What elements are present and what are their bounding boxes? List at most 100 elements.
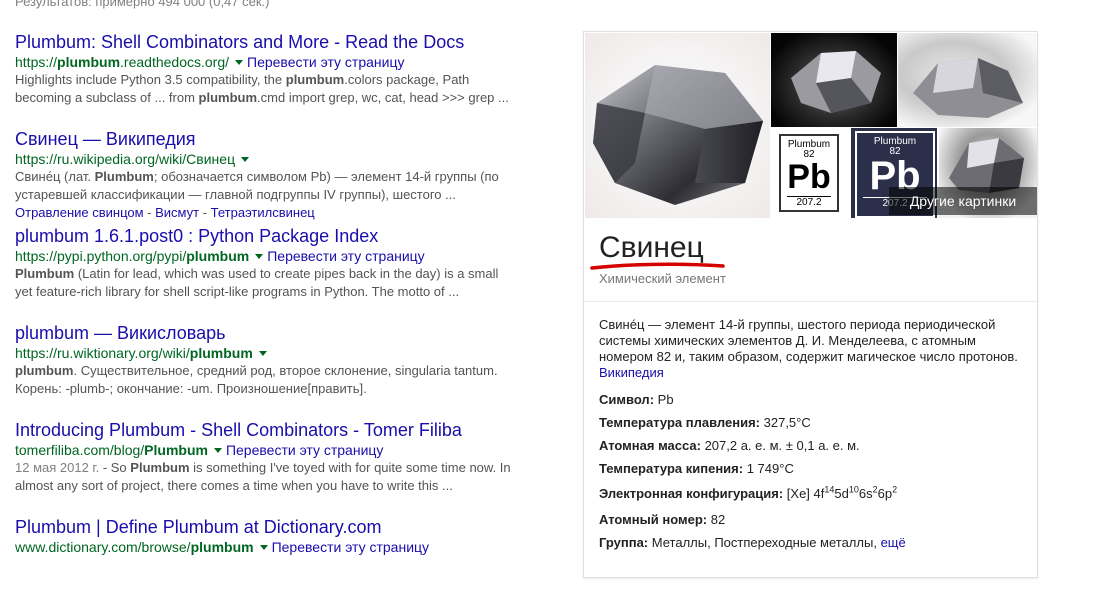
snippet-text: is something I've toyed with for quite s… (189, 460, 511, 475)
result-snippet: Свине́ц (лат. Plumbum; обозначается симв… (15, 168, 530, 204)
fact-group: Группа: Металлы, Постпереходные металлы,… (599, 535, 1029, 551)
search-result: Plumbum: Shell Combinators and More - Re… (15, 31, 530, 128)
sitelink-separator: - (143, 205, 156, 220)
fact-label: Атомная масса: (599, 438, 701, 453)
search-result: plumbum 1.6.1.post0 : Python Package Ind… (15, 225, 530, 322)
description-text: Свинéц — элемент 14-й группы, шестого пе… (599, 317, 1018, 364)
result-url: https://pypi.python.org/pypi/plumbum Пере… (15, 247, 530, 265)
panel-description: Свинéц — элемент 14-й группы, шестого пе… (599, 317, 1029, 381)
fact-value: 5d (834, 486, 849, 501)
result-url-text: tomerfiliba.com/blog/ (15, 442, 145, 458)
lead-ore-image[interactable] (585, 33, 770, 218)
translate-link[interactable]: Перевести эту страницу (247, 54, 404, 70)
snippet-text: ; обозначается символом Pb) — элемент 14… (153, 169, 499, 184)
sitelink-separator: - (199, 205, 211, 220)
pb-tile-white-image[interactable]: Plumbum 82 Pb 207.2 (771, 128, 845, 218)
caret-down-icon[interactable] (258, 350, 267, 356)
fact-value: 82 (710, 512, 726, 527)
fact-label: Атомный номер: (599, 512, 708, 527)
search-results: Plumbum: Shell Combinators and More - Re… (15, 31, 530, 613)
fact-value: 327,5°C (763, 415, 811, 430)
search-result: Introducing Plumbum - Shell Combinators … (15, 419, 530, 516)
fact-label: Символ: (599, 392, 655, 407)
result-title-link[interactable]: plumbum 1.6.1.post0 : Python Package Ind… (15, 225, 530, 247)
result-url: tomerfiliba.com/blog/Plumbum Перевести эт… (15, 441, 530, 459)
result-url-bold: Plumbum (144, 442, 208, 458)
fact-value: [Xe] 4f (786, 486, 825, 501)
snippet-text: becoming a subclass of ... from (15, 90, 199, 105)
result-url-bold: plumbum (190, 539, 254, 555)
sitelinks: Отравление свинцом - Висмут - Тетраэтилс… (15, 204, 530, 222)
caret-down-icon[interactable] (235, 59, 243, 65)
snippet-bold: plumbum (285, 72, 345, 87)
lead-sample-dark-image[interactable] (771, 33, 897, 127)
caret-down-icon[interactable] (259, 544, 268, 550)
snippet-bold: Plumbum (94, 169, 154, 184)
translate-link[interactable]: Перевести эту страницу (226, 442, 383, 458)
snippet-bold: Plumbum (15, 266, 75, 281)
fact-atomic-number: Атомный номер: 82 (599, 512, 1029, 528)
caret-down-icon[interactable] (255, 253, 264, 259)
translate-link[interactable]: Перевести эту страницу (267, 248, 424, 264)
snippet-text: yet feature-rich library for shell scrip… (15, 284, 460, 299)
result-title-link[interactable]: Plumbum: Shell Combinators and More - Re… (15, 31, 530, 53)
lead-sample-icon (913, 58, 1023, 118)
result-url: https://ru.wiktionary.org/wiki/plumbum (15, 344, 530, 362)
snippet-text: almost any sort of project, there comes … (15, 478, 453, 493)
snippet-text: .cmd import grep, wc, cat, head >>> grep… (257, 90, 509, 105)
result-url: www.dictionary.com/browse/plumbum Перевес… (15, 538, 530, 556)
search-result: Plumbum | Define Plumbum at Dictionary.c… (15, 516, 530, 613)
snippet-text: .colors package, Path (344, 72, 470, 87)
divider (584, 301, 1037, 302)
superscript: 14 (824, 484, 835, 495)
result-url: https://ru.wikipedia.org/wiki/Свинец (15, 150, 530, 168)
result-title-link[interactable]: Plumbum | Define Plumbum at Dictionary.c… (15, 516, 530, 538)
fact-value: 207,2 а. е. м. ± 0,1 а. е. м. (704, 438, 860, 453)
fact-electron-config: Электронная конфигурация: [Xe] 4f145d106… (599, 484, 1029, 502)
caret-down-icon[interactable] (213, 447, 222, 453)
result-url-text: https:// (15, 54, 58, 70)
search-result: plumbum — Викисловарь https://ru.wiktion… (15, 322, 530, 419)
snippet-text: устаревшей классификации — главной подгр… (15, 187, 456, 202)
fact-label: Электронная конфигурация: (599, 486, 784, 501)
sitelink[interactable]: Тетраэтилсвинец (211, 205, 315, 220)
snippet-bold: plumbum (15, 363, 74, 378)
result-snippet: 12 мая 2012 г. - So Plumbum is something… (15, 459, 530, 495)
fact-symbol: Символ: Pb (599, 392, 1029, 408)
lead-sample-icon (791, 51, 881, 113)
more-images-button[interactable]: Другие картинки (889, 187, 1037, 215)
fact-boiling-point: Температура кипения: 1 749°C (599, 461, 1029, 477)
source-link[interactable]: Википедия (599, 365, 664, 380)
translate-link[interactable]: Перевести эту страницу (272, 539, 429, 555)
fact-melting-point: Температура плавления: 327,5°C (599, 415, 1029, 431)
result-url-text: https://ru.wikipedia.org/wiki/Свинец (15, 151, 236, 167)
result-url-text: www.dictionary.com/browse/ (15, 539, 191, 555)
results-stats: Результатов: примерно 494 000 (0,47 сек.… (15, 0, 270, 9)
caret-down-icon[interactable] (241, 156, 250, 162)
sitelink[interactable]: Висмут (155, 205, 199, 220)
more-link[interactable]: ещё (881, 535, 906, 550)
fact-label: Группа: (599, 535, 649, 550)
result-snippet: Highlights include Python 3.5 compatibil… (15, 71, 530, 107)
tile-symbol: Pb (787, 158, 831, 196)
element-tile: Plumbum 82 Pb 207.2 (779, 134, 839, 212)
result-url-text: https://pypi.python.org/pypi/ (15, 248, 187, 264)
lead-sample-light-image[interactable] (898, 33, 1037, 127)
result-title-link[interactable]: Introducing Plumbum - Shell Combinators … (15, 419, 530, 441)
sitelink[interactable]: Отравление свинцом (15, 205, 144, 220)
fact-atomic-mass: Атомная масса: 207,2 а. е. м. ± 0,1 а. е… (599, 438, 1029, 454)
result-snippet: Plumbum (Latin for lead, which was used … (15, 265, 530, 301)
result-url-text: https://ru.wiktionary.org/wiki/ (15, 345, 190, 361)
result-title-link[interactable]: Свинец — Википедия (15, 128, 530, 150)
fact-label: Температура кипения: (599, 461, 744, 476)
lead-chunk-icon (593, 65, 763, 205)
snippet-text: Highlights include Python 3.5 compatibil… (15, 72, 286, 87)
snippet-text: . Существительное, средний род, второе с… (73, 363, 498, 378)
result-title-link[interactable]: plumbum — Викисловарь (15, 322, 530, 344)
result-url-bold: plumbum (189, 345, 253, 361)
fact-value: Металлы, Постпереходные металлы, (651, 535, 881, 550)
snippet-bold: plumbum (198, 90, 258, 105)
fact-value: 1 749°C (746, 461, 794, 476)
result-url: https://plumbum.readthedocs.org/Перевест… (15, 53, 530, 71)
fact-value: 6p (877, 486, 893, 501)
